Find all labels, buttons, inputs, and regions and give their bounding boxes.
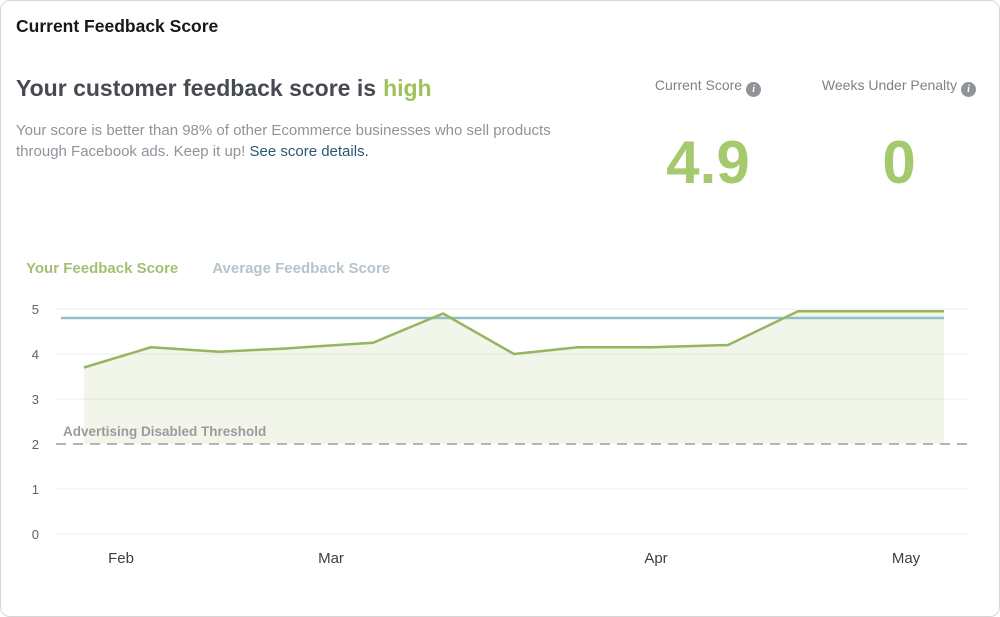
weeks-under-penalty-stat: Weeks Under Penalty i 0 (819, 76, 979, 194)
feedback-chart: 5 4 3 2 1 0 Advertising Disabled Threshold Feb M… (32, 302, 969, 567)
x-tick-label: Mar (318, 550, 344, 567)
current-score-value: 4.9 (666, 129, 750, 196)
weeks-under-penalty-label-row: Weeks Under Penalty i (819, 76, 979, 132)
legend-item-average-feedback-score[interactable]: Average Feedback Score (212, 260, 390, 277)
y-tick-label: 2 (32, 437, 39, 452)
info-icon[interactable]: i (746, 82, 762, 97)
score-heading-highlight: high (383, 75, 432, 101)
see-score-details-link[interactable]: See score details. (250, 143, 369, 160)
weeks-under-penalty-value: 0 (882, 129, 916, 196)
y-tick-label: 5 (32, 302, 39, 317)
x-tick-label: Feb (108, 550, 134, 567)
current-score-label-row: Current Score i (628, 76, 788, 132)
page-title: Current Feedback Score (16, 16, 219, 36)
score-heading-text: Your customer feedback score is (16, 75, 377, 101)
legend-item-your-feedback-score[interactable]: Your Feedback Score (26, 260, 178, 277)
x-tick-label: May (892, 550, 921, 567)
x-tick-label: Apr (644, 550, 667, 567)
score-description: Your score is better than 98% of other E… (16, 120, 588, 162)
threshold-label: Advertising Disabled Threshold (63, 424, 266, 439)
current-score-stat: Current Score i 4.9 (628, 76, 788, 194)
y-tick-label: 0 (32, 527, 39, 542)
y-tick-label: 3 (32, 392, 39, 407)
y-tick-label: 4 (32, 347, 39, 362)
feedback-score-panel: { "title": "Current Feedback Score", "he… (0, 0, 1000, 617)
weeks-under-penalty-label: Weeks Under Penalty (821, 77, 958, 93)
y-tick-label: 1 (32, 482, 39, 497)
score-heading: Your customer feedback score is high (16, 75, 432, 102)
chart-legend: Your Feedback Score Average Feedback Sco… (26, 260, 390, 277)
current-score-label: Current Score (654, 77, 743, 93)
info-icon[interactable]: i (961, 82, 977, 97)
